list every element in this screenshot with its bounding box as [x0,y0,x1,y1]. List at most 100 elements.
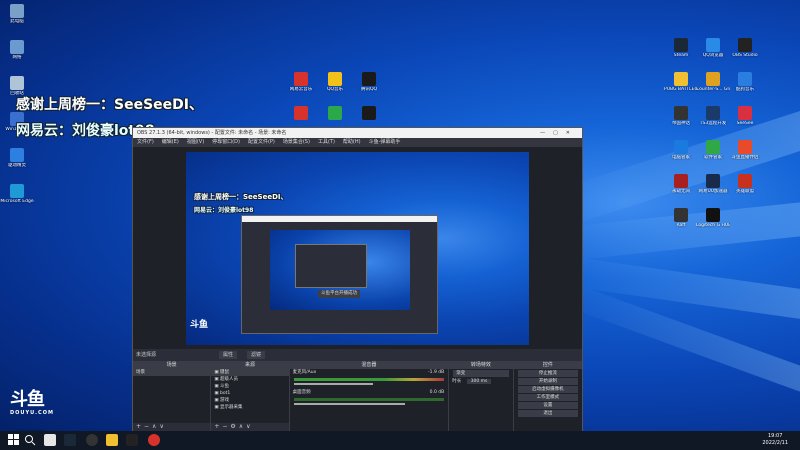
menu-item[interactable]: 停靠窗口(D) [212,138,240,147]
source-item[interactable]: ▣ 显示器采集 [211,404,288,411]
filters-button[interactable]: 滤镜 [247,351,266,359]
source-item[interactable]: ▣ 斗鱼 [211,383,288,390]
desktop-shortcut[interactable]: 永劫无间 [664,174,698,194]
desktop-shortcut[interactable]: 驱动精灵 [0,148,34,168]
desktop-shortcut[interactable]: 帝国神话 [664,106,698,126]
obs-titlebar[interactable]: OBS 27.1.3 (64-bit, windows) - 配置文件: 未命名… [133,128,582,138]
control-button[interactable]: 停止推流 [517,370,579,377]
explorer-icon[interactable] [44,434,56,446]
app-icon [738,106,752,120]
control-button[interactable]: 退出 [517,410,579,417]
scene-status-bar: 未选择源 属性 滤镜 [133,349,582,361]
menu-item[interactable]: 编辑(E) [162,138,179,147]
steam-taskbar-icon[interactable] [64,434,76,446]
app-icon [706,72,720,86]
desktop-shortcut[interactable]: 斗鱼直播伴侣 [728,140,762,160]
transitions-dock[interactable]: 转场特效 渐变 时长 300 ms [449,361,514,431]
menu-item[interactable]: 斗鱼-弹幕助手 [369,138,401,147]
sources-toolbar[interactable]: +−⚙∧∨ [211,423,289,431]
netease-music-taskbar-icon[interactable] [148,434,160,446]
desktop-shortcut[interactable]: TS3远程开发 [696,106,730,126]
desktop-shortcut-label: 酷狗音乐 [736,87,754,92]
sources-dock-title: 来源 [211,361,289,369]
desktop-shortcut-label: QQ音乐 [326,87,344,92]
control-button[interactable]: 工作室模式 [517,394,579,401]
desktop-shortcut[interactable] [318,106,352,121]
desktop-shortcut-label: 帝国神话 [672,121,690,126]
control-button[interactable]: 设置 [517,402,579,409]
app-icon [738,174,752,188]
source-item[interactable]: ▣ 超级人员 [211,376,288,383]
obs-taskbar-icon[interactable] [86,434,98,446]
scenes-toolbar[interactable]: +−∧∨ [133,423,211,431]
transition-select[interactable]: 渐变 [453,370,509,377]
desktop-shortcut-label: PUBG BATTLEGR... [664,87,698,92]
menu-item[interactable]: 工具(T) [318,138,335,147]
preview-overlay-music: 网易云：刘俊豪lot98 [194,207,254,214]
menu-item[interactable]: 帮助(H) [343,138,361,147]
menu-item[interactable]: 文件(F) [137,138,154,147]
taskbar: 19:07 2022/2/11 [0,431,800,450]
desktop-shortcut[interactable]: 网易云音乐 [284,72,318,92]
scenes-dock-title: 场景 [133,361,211,369]
desktop-shortcut[interactable]: 网络 [0,40,34,60]
desktop-shortcut[interactable]: PUBG BATTLEGR... [664,72,698,92]
desktop-shortcut-label: QQ浏览器 [702,53,724,58]
desktop-shortcut[interactable]: QQ浏览器 [696,38,730,58]
taskbar-clock[interactable]: 19:07 2022/2/11 [762,433,788,447]
mixer-fader-desktop[interactable] [293,403,405,405]
source-item[interactable]: ▣ bot1 [211,390,288,397]
desktop-shortcut[interactable]: 英雄联盟 [728,174,762,194]
control-button[interactable]: 开始录制 [517,378,579,385]
start-icon[interactable] [8,434,20,446]
desktop-shortcut[interactable]: Counter-S... Global Off... [696,72,730,92]
search-icon[interactable] [24,434,36,446]
desktop-shortcut[interactable]: Raft [664,208,698,228]
desktop-shortcut[interactable]: SeeSee [728,106,762,126]
menu-item[interactable]: 场景集合(S) [283,138,310,147]
scenes-dock[interactable]: 场景 场景 +−∧∨ [133,361,212,431]
desktop-shortcut[interactable]: Steam [664,38,698,58]
duration-input[interactable]: 300 ms [466,379,492,384]
desktop-shortcut[interactable]: Logitech G HUB [696,208,730,228]
menu-item[interactable]: 视图(V) [187,138,204,147]
nested-obs-window: 斗鱼平台开播成功 [241,215,438,334]
mixer-dock-title: 混音器 [289,361,449,369]
scene-item[interactable]: 场景 [133,369,211,376]
controls-dock[interactable]: 控件 停止推流 开始录制 启动虚拟摄像机 工作室模式 设置 退出 [513,361,583,431]
desktop-shortcut-label: 斗鱼直播伴侣 [731,155,759,160]
sources-dock[interactable]: 来源 ▣ 键鼠 ▣ 超级人员 ▣ 斗鱼 ▣ bot1 ▣ 游戏 ▣ 显示器采集 +−⚙∧∨ [211,361,290,431]
mixer-channel: 桌面音频 0.0 dB [292,390,445,395]
source-item[interactable]: ▣ 键鼠 [211,369,289,376]
mixer-fader-mic[interactable] [293,383,373,385]
desktop-shortcut[interactable]: 此电脑 [0,4,34,24]
window-controls[interactable]: —▢✕ [540,128,578,138]
stream-overlay-thanks: 感谢上周榜一：SeeSeeDI、 [16,97,203,113]
desktop-shortcut[interactable]: 网易UU加速器 [696,174,730,194]
app-icon [706,38,720,52]
app-icon [294,106,308,120]
app-icon [362,72,376,86]
menu-item[interactable]: 配置文件(P) [248,138,275,147]
desktop-shortcut[interactable] [284,106,318,121]
app-icon [674,174,688,188]
properties-button[interactable]: 属性 [219,351,238,359]
desktop-shortcut[interactable]: 电脑管家 [664,140,698,160]
desktop-shortcut[interactable]: 回收站 [0,76,34,96]
desktop-shortcut[interactable]: 腾讯QQ [352,72,386,92]
mixer-dock[interactable]: 混音器 麦克风/Aux -1.9 dB 桌面音频 0.0 dB [289,361,450,431]
no-source-label: 未选择源 [136,352,157,358]
pubg-taskbar-icon[interactable] [106,434,118,446]
app-taskbar-icon[interactable] [126,434,138,446]
desktop-shortcut[interactable]: 软件管家 [696,140,730,160]
desktop-shortcut[interactable]: OBS Studio [728,38,762,58]
desktop-shortcut[interactable]: QQ音乐 [318,72,352,92]
desktop-shortcut-label: Microsoft Edge [0,199,34,204]
preview-canvas[interactable]: 感谢上周榜一：SeeSeeDI、 网易云：刘俊豪lot98 斗鱼平台开播成功 斗… [186,152,529,345]
obs-window[interactable]: OBS 27.1.3 (64-bit, windows) - 配置文件: 未命名… [132,127,583,432]
desktop-shortcut[interactable]: Microsoft Edge [0,184,34,204]
desktop-shortcut[interactable]: 酷狗音乐 [728,72,762,92]
source-item[interactable]: ▣ 游戏 [211,397,288,404]
control-button[interactable]: 启动虚拟摄像机 [517,386,579,393]
desktop-shortcut[interactable] [352,106,386,121]
